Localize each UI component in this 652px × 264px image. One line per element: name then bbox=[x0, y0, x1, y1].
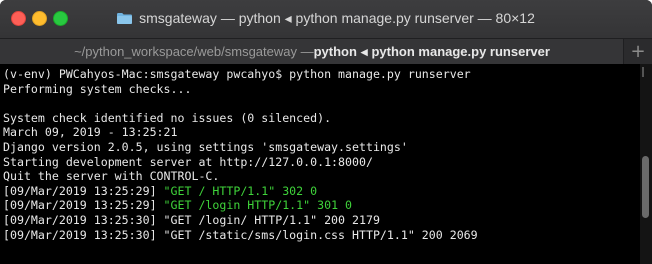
terminal-text: [09/Mar/2019 13:25:30] "GET /login/ HTTP… bbox=[3, 212, 380, 227]
terminal-text: Django version 2.0.5, using settings 'sm… bbox=[3, 139, 408, 154]
tab-command: python manage.py runserver bbox=[371, 44, 550, 59]
terminal-text: Starting development server at http://12… bbox=[3, 154, 373, 169]
tab-path: ~/python_workspace/web/smsgateway — bbox=[74, 44, 314, 59]
terminal-text: [09/Mar/2019 13:25:29] bbox=[3, 183, 164, 198]
window-title-text: smsgateway — python ◂ python manage.py r… bbox=[139, 9, 535, 26]
terminal-output[interactable]: (v-env) PWCahyos-Mac:smsgateway pwcahyo$… bbox=[0, 64, 640, 264]
terminal-line: System check identified no issues (0 sil… bbox=[3, 111, 640, 126]
terminal-text: March 09, 2019 - 13:25:21 bbox=[3, 125, 178, 140]
new-tab-button[interactable]: + bbox=[623, 39, 652, 64]
terminal-line: (v-env) PWCahyos-Mac:smsgateway pwcahyo$… bbox=[3, 67, 640, 82]
terminal-text: "GET /login HTTP/1.1" 301 0 bbox=[163, 198, 353, 213]
terminal-line: [09/Mar/2019 13:25:30] "GET /login/ HTTP… bbox=[3, 213, 640, 228]
window-title: smsgateway — python ◂ python manage.py r… bbox=[0, 0, 652, 36]
terminal-text: Performing system checks... bbox=[3, 81, 192, 96]
terminal-text: System check identified no issues (0 sil… bbox=[3, 110, 332, 125]
terminal-line: Starting development server at http://12… bbox=[3, 155, 640, 170]
terminal-line: [09/Mar/2019 13:25:29] "GET / HTTP/1.1" … bbox=[3, 184, 640, 199]
terminal-window: smsgateway — python ◂ python manage.py r… bbox=[0, 0, 652, 264]
terminal-text: (v-env) PWCahyos-Mac:smsgateway pwcahyo$… bbox=[3, 67, 471, 81]
terminal-line: [09/Mar/2019 13:25:30] "GET /static/sms/… bbox=[3, 228, 640, 243]
tab-separator: ◂ bbox=[360, 43, 368, 59]
tab-bar: ~/python_workspace/web/smsgateway — pyth… bbox=[0, 38, 652, 64]
terminal-line: March 09, 2019 - 13:25:21 bbox=[3, 125, 640, 140]
scrollbar-thumb[interactable] bbox=[642, 156, 649, 218]
terminal-line: Django version 2.0.5, using settings 'sm… bbox=[3, 140, 640, 155]
terminal-text: [09/Mar/2019 13:25:30] "GET /static/sms/… bbox=[3, 227, 478, 242]
tab-process-name: python bbox=[313, 44, 357, 59]
terminal-line: Quit the server with CONTROL-C. bbox=[3, 169, 640, 184]
terminal-text: "GET / HTTP/1.1" 302 0 bbox=[163, 183, 318, 198]
scrollbar[interactable] bbox=[640, 64, 652, 264]
terminal-text: [09/Mar/2019 13:25:29] bbox=[3, 198, 164, 213]
terminal-text: Quit the server with CONTROL-C. bbox=[3, 169, 220, 184]
terminal-line: [09/Mar/2019 13:25:29] "GET /login HTTP/… bbox=[3, 198, 640, 213]
title-bar[interactable]: smsgateway — python ◂ python manage.py r… bbox=[0, 0, 652, 38]
terminal-line: Performing system checks... bbox=[3, 82, 640, 97]
folder-icon bbox=[117, 12, 133, 24]
scroll-marker bbox=[642, 67, 644, 77]
terminal-tab[interactable]: ~/python_workspace/web/smsgateway — pyth… bbox=[0, 39, 624, 64]
